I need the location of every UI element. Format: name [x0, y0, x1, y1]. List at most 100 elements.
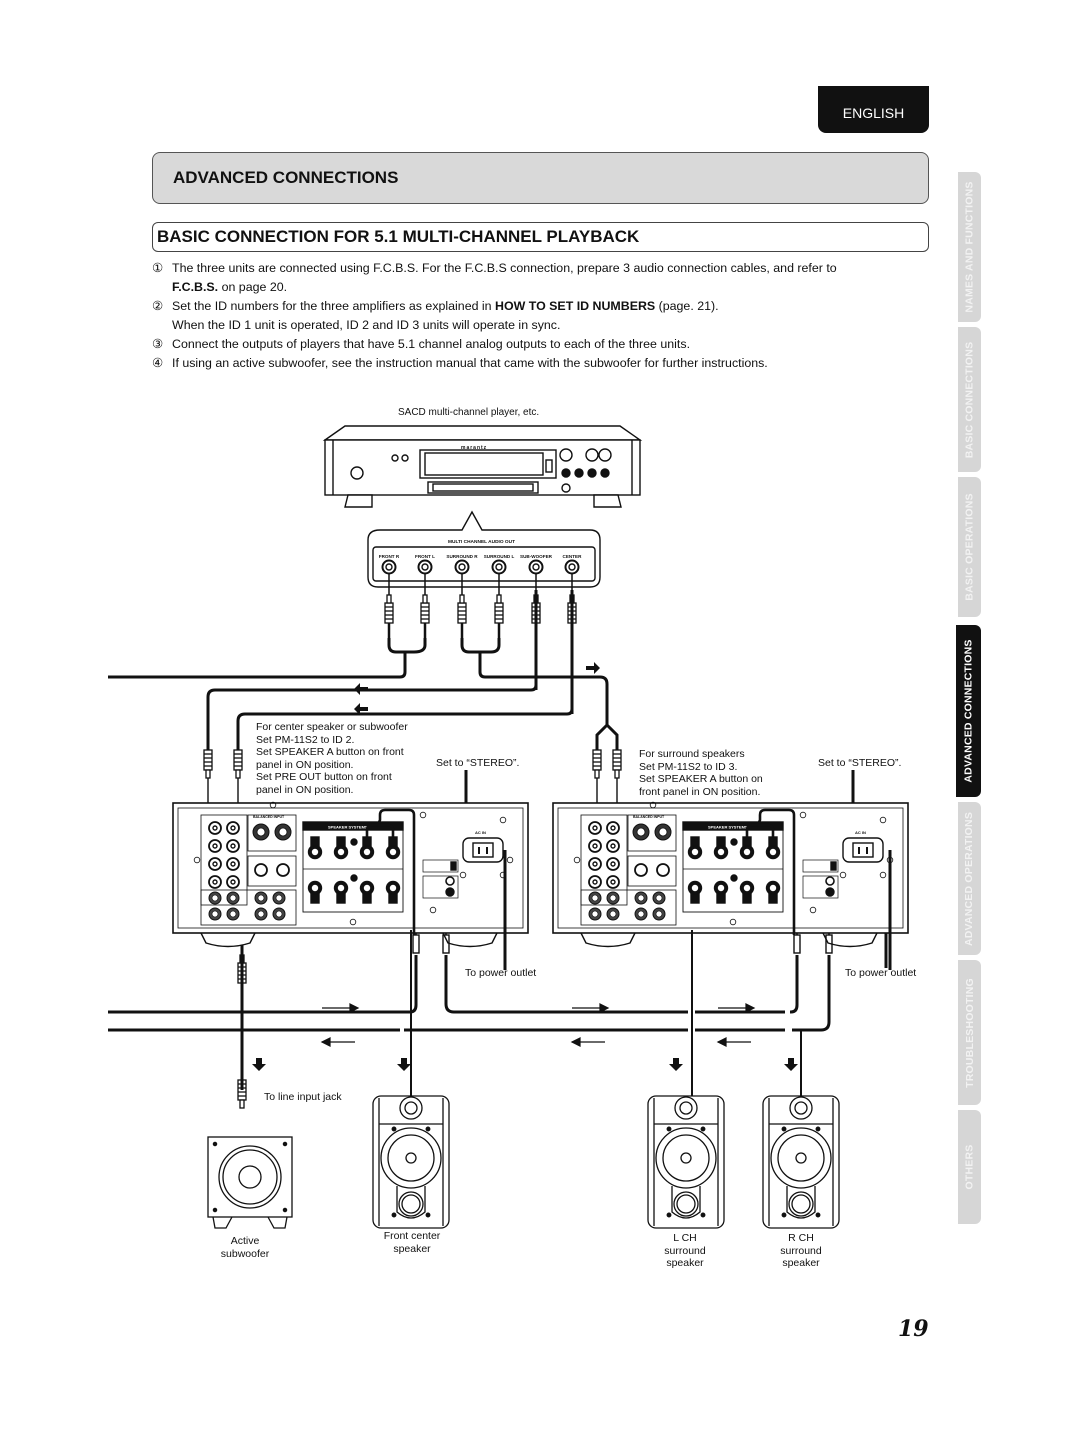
speaker-terminal-b-cap [362, 893, 372, 904]
speaker-screw [425, 1126, 431, 1132]
fcbs-mini-plug [412, 934, 420, 954]
speaker-terminal-b-cap [690, 893, 700, 904]
speaker-cabinet [372, 1095, 450, 1229]
processor-jack-pin [591, 894, 599, 902]
speaker-terminal-b-cap [742, 893, 752, 904]
speaker-screw [700, 1126, 706, 1132]
speaker-systems-label: SPEAKER SYSTEMS [708, 825, 748, 830]
processor-jack-pin [229, 910, 237, 918]
speaker-screw [781, 1126, 787, 1132]
speaker-terminal-b-cap [716, 893, 726, 904]
step-4: ④ If using an active subwoofer, see the … [152, 354, 932, 373]
processor-jack-pin [655, 910, 663, 918]
step-reference: HOW TO SET ID NUMBERS [495, 299, 656, 313]
flow-arrows [320, 1003, 756, 1047]
processor-jack-pin [257, 910, 265, 918]
speaker-terminal-a-cap [310, 836, 320, 847]
subwoofer-screw [282, 1141, 288, 1147]
rca-plug-body [494, 602, 504, 624]
sacd-player [322, 425, 643, 508]
processor-jack-pin [637, 894, 645, 902]
processor-jack-pin [591, 910, 599, 918]
rca-plug [420, 594, 430, 624]
speaker-terminal-a-cap [716, 836, 726, 847]
chapter-tab-names-and-functions[interactable]: NAMES AND FUNCTIONS [958, 172, 981, 322]
rca-plug-body [420, 602, 430, 624]
processor-jack-pin [637, 910, 645, 918]
page-number: 19 [898, 1316, 929, 1342]
step-text: Connect the outputs of players that have… [172, 337, 691, 351]
language-tab: ENGLISH [818, 86, 929, 133]
speaker-cabinet [762, 1095, 840, 1229]
step-reference: F.C.B.S. [172, 280, 219, 294]
arrow-down-icon [669, 1058, 683, 1071]
fcbs-out-jack [825, 887, 835, 897]
subwoofer-screw [282, 1207, 288, 1213]
speaker-screw [391, 1212, 397, 1218]
arrow-down-icon [252, 1058, 266, 1071]
speaker-terminal-a-cap [690, 836, 700, 847]
rca-plug-tip [459, 594, 465, 604]
amplifier-id2: BALANCED INPUT SPEAKER SYSTEMS AC IN [172, 801, 529, 948]
speaker-b-marker [350, 874, 358, 882]
speaker-terminal-b-center [337, 884, 345, 892]
bi-amp-stereo-switch [830, 861, 837, 871]
speaker-systems-label: SPEAKER SYSTEMS [328, 825, 368, 830]
rca-plug-tip [386, 594, 392, 604]
rca-plug-body [612, 749, 622, 771]
amp1-set-stereo: Set to “STEREO”. [436, 757, 520, 769]
xlr-jack-inner [636, 827, 646, 837]
speaker-b-marker [730, 874, 738, 882]
output-panel-title: MULTI CHANNEL AUDIO OUT [448, 540, 516, 545]
speaker-terminal-a-cap [336, 836, 346, 847]
amp1-power-outlet-label: To power outlet [465, 967, 537, 979]
speaker-terminal-a-center [691, 848, 699, 856]
processor-jack-pin [609, 910, 617, 918]
speaker-screw [666, 1126, 672, 1132]
speaker-terminal-a-center [743, 848, 751, 856]
speaker-terminal-a-center [311, 848, 319, 856]
rca-plug [203, 749, 213, 779]
speaker-terminal-b-center [743, 884, 751, 892]
speaker-terminal-b-cap [336, 893, 346, 904]
amp-foot [200, 932, 256, 948]
bookshelf-speaker [762, 1095, 840, 1229]
xlr-jack-inner [658, 827, 668, 837]
amp2-note: For surround speakers Set PM-11S2 to ID … [639, 748, 763, 798]
speaker-terminal-a-cap [742, 836, 752, 847]
speaker-terminal-b-cap [310, 893, 320, 904]
connection-diagram: BALANCED INPUT SPEAKER SYSTEMS AC IN BALAN… [0, 390, 1080, 1290]
speaker-terminal-b-center [389, 884, 397, 892]
step-text: If using an active subwoofer, see the in… [172, 356, 768, 370]
amp1-note: For center speaker or subwoofer Set PM-1… [256, 721, 408, 796]
speaker-screw [391, 1126, 397, 1132]
rca-plug-tip [235, 769, 241, 779]
ac-in-label: AC IN [855, 830, 866, 835]
speaker-label-front-center: Front center speaker [383, 1230, 441, 1255]
step-number: ④ [152, 356, 164, 370]
step-1: ① The three units are connected using F.… [152, 259, 932, 297]
rca-plug [612, 749, 622, 779]
section-title: ADVANCED CONNECTIONS [152, 152, 929, 204]
speaker-cabinet [647, 1095, 725, 1229]
amp-foot [442, 932, 498, 948]
speaker-terminal-a-cap [768, 836, 778, 847]
bookshelf-speaker [647, 1095, 725, 1229]
ac-in-label: AC IN [475, 830, 486, 835]
arrow-down-icon [397, 1058, 411, 1071]
rca-plug [384, 594, 394, 624]
stereo-pair-cable [387, 638, 427, 654]
subwoofer-foot [212, 1216, 233, 1229]
speaker-terminal-a-cap [362, 836, 372, 847]
speaker-a-marker [730, 838, 738, 846]
rca-plug-tip [614, 769, 620, 779]
speaker-label-subwoofer: Active subwoofer [220, 1235, 270, 1260]
step-text: The three units are connected using F.C.… [172, 261, 837, 275]
player-output-cables [384, 574, 577, 714]
processor-jack-pin [275, 894, 283, 902]
speaker-label-r-surround: R CH surround speaker [780, 1232, 822, 1270]
rca-plug-body [457, 602, 467, 624]
speaker-terminal-a-center [769, 848, 777, 856]
line-input-label: To line input jack [264, 1091, 342, 1103]
amp2-power-outlet-label: To power outlet [845, 967, 917, 979]
